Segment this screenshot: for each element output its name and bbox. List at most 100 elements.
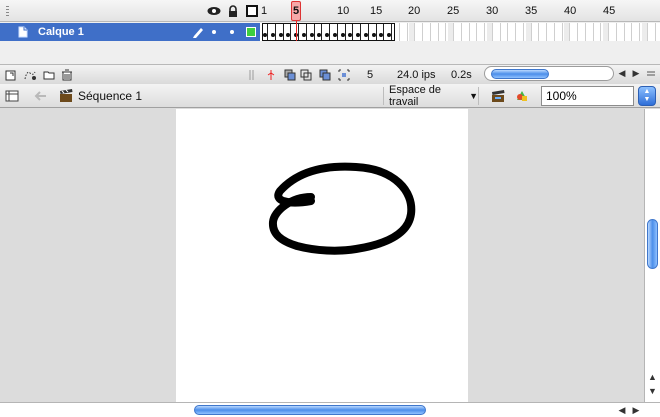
frame-cell[interactable] [549,23,555,41]
back-arrow-icon[interactable] [33,88,49,104]
scroll-right-arrow-icon[interactable]: ▶ [630,66,642,81]
onion-skin-icon[interactable] [284,69,296,81]
frame-rate-readout[interactable]: 24.0 ips [397,69,436,81]
frame-cell[interactable] [309,23,315,41]
scroll-down-arrow-icon[interactable]: ▼ [646,385,659,397]
scroll-thumb[interactable] [647,219,658,269]
frame-cell[interactable] [440,23,446,41]
frame-cell[interactable] [301,23,307,41]
edit-multiple-frames-icon[interactable] [319,69,331,81]
new-layer-icon[interactable] [5,69,17,81]
frame-cell[interactable] [355,23,361,41]
frame-cell[interactable] [278,23,284,41]
stage-horizontal-scrollbar[interactable]: ◀ ▶ [0,402,660,417]
pencil-icon [191,25,205,39]
edit-bar: Séquence 1 Espace de travail ▼ ▲ ▼ [0,84,660,108]
scene-name[interactable]: Séquence 1 [78,89,142,103]
frame-cell[interactable] [564,23,570,41]
frame-cell[interactable] [588,23,594,41]
outline-icon[interactable] [245,4,259,18]
frame-cell[interactable] [324,23,330,41]
frame-ruler[interactable]: 1 10 15 20 25 30 35 40 45 [260,0,660,22]
modify-onion-markers-icon[interactable] [338,69,350,81]
center-frame-icon[interactable] [265,69,277,81]
frame-cell[interactable] [433,23,439,41]
frame-cell[interactable] [518,23,524,41]
frame-cell[interactable] [409,23,415,41]
frame-cell[interactable] [378,23,384,41]
frame-cell[interactable] [580,23,586,41]
frame-cell[interactable] [363,23,369,41]
frame-cell[interactable] [471,23,477,41]
frame-cell[interactable] [487,23,493,41]
workspace-menu-button[interactable]: Espace de travail ▼ [383,84,479,108]
scroll-thumb[interactable] [194,405,426,415]
frame-cell[interactable] [495,23,501,41]
frame-cell[interactable] [634,23,640,41]
timeline-options-icon[interactable] [645,68,657,80]
frame-cell[interactable] [456,23,462,41]
frame-cell[interactable] [316,23,322,41]
frame-cell[interactable] [603,23,609,41]
frame-cell[interactable] [347,23,353,41]
edit-scene-icon[interactable] [490,88,506,104]
trash-icon[interactable] [61,69,73,81]
layer-visibility-toggle[interactable] [212,30,216,34]
frame-cell[interactable] [557,23,563,41]
frame-cell[interactable] [642,23,648,41]
frame-cell[interactable] [332,23,338,41]
scroll-left-arrow-icon[interactable]: ◀ [616,403,628,417]
new-folder-icon[interactable] [43,69,55,81]
scroll-left-arrow-icon[interactable]: ◀ [616,66,628,81]
frame-cell[interactable] [402,23,408,41]
frame-cell[interactable] [417,23,423,41]
panel-grip-icon[interactable] [6,6,9,16]
layer-name[interactable]: Calque 1 [38,26,84,38]
edit-symbols-icon[interactable] [514,88,530,104]
frame-cell[interactable] [371,23,377,41]
frame-cell[interactable] [619,23,625,41]
frame-cell[interactable] [340,23,346,41]
layer-row[interactable]: Calque 1 [0,23,260,41]
onion-skin-outlines-icon[interactable] [300,69,312,81]
frame-cell[interactable] [572,23,578,41]
timeline-horizontal-scrollbar[interactable] [484,66,614,81]
frames-row[interactable] [260,23,660,41]
scroll-thumb[interactable] [491,69,549,79]
frame-cell[interactable] [386,23,392,41]
stage-canvas[interactable] [176,109,468,402]
stage-vertical-scrollbar[interactable]: ▲ ▼ [644,109,660,402]
pasteboard[interactable] [0,109,644,402]
frame-cell[interactable] [533,23,539,41]
frame-cell[interactable] [595,23,601,41]
frame-cell[interactable] [262,23,268,41]
timeline-toggle-icon[interactable] [4,88,20,104]
lock-icon[interactable] [226,4,240,18]
splitter-grip-icon[interactable] [249,69,255,81]
layer-outline-color-swatch[interactable] [246,27,256,37]
zoom-input[interactable] [541,86,634,106]
scroll-up-arrow-icon[interactable]: ▲ [646,371,659,383]
frame-cell[interactable] [650,23,656,41]
frame-cell[interactable] [425,23,431,41]
zoom-stepper[interactable]: ▲ ▼ [638,86,656,106]
frame-cell[interactable] [448,23,454,41]
frame-cell[interactable] [526,23,532,41]
keyframe-dot [325,33,329,37]
scroll-right-arrow-icon[interactable]: ▶ [630,403,642,417]
frame-cell[interactable] [270,23,276,41]
frame-cell[interactable] [479,23,485,41]
drawn-oval-stroke[interactable] [176,109,468,402]
frame-cell[interactable] [502,23,508,41]
frame-cell[interactable] [394,23,400,41]
frame-cell[interactable] [285,23,291,41]
frame-cell[interactable] [510,23,516,41]
add-motion-guide-icon[interactable] [24,69,36,81]
eye-icon[interactable] [207,4,221,18]
frame-cell[interactable] [464,23,470,41]
playhead[interactable]: 5 [291,1,301,21]
frame-cell[interactable] [541,23,547,41]
frame-cell[interactable] [626,23,632,41]
frame-cell[interactable] [611,23,617,41]
layer-lock-toggle[interactable] [230,30,234,34]
